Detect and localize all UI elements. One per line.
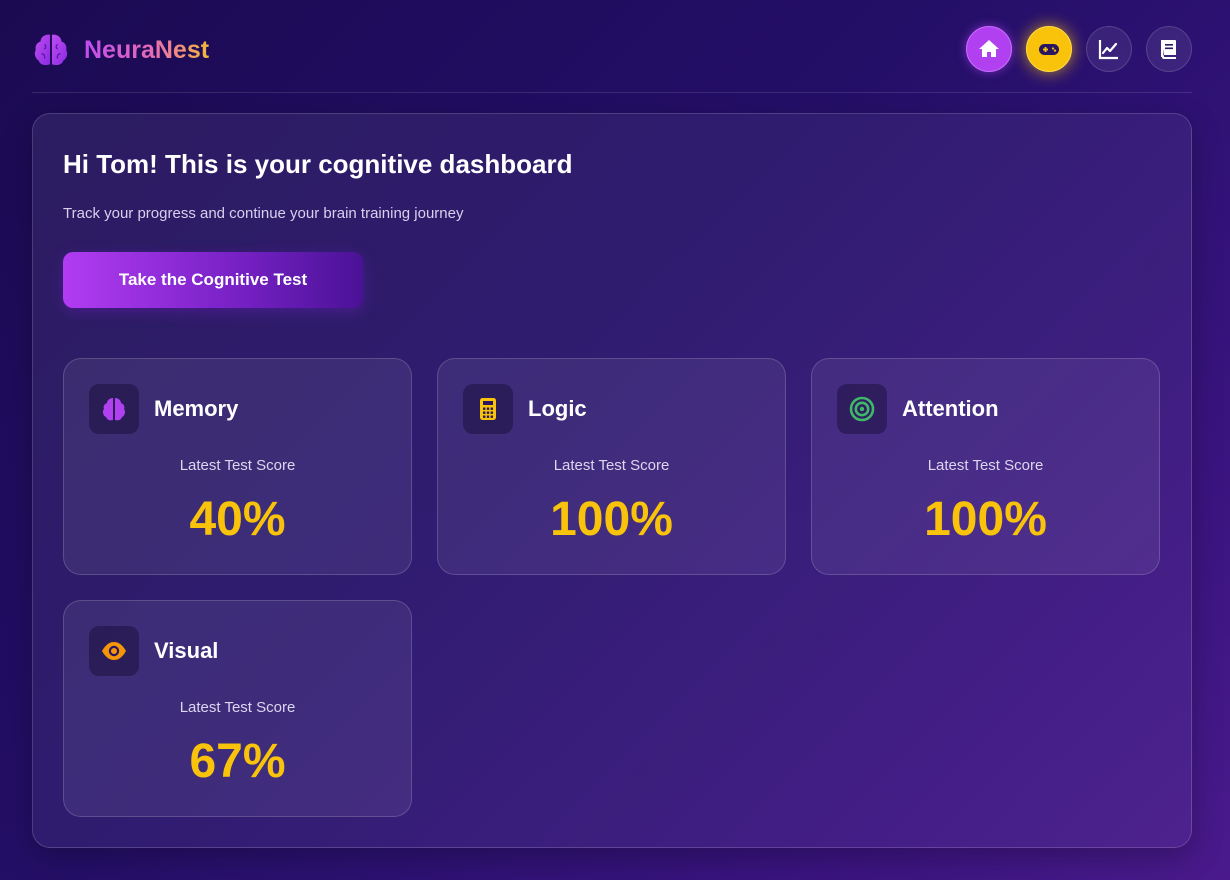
card-score: 100% bbox=[924, 493, 1047, 546]
top-header: NeuraNest bbox=[32, 0, 1192, 93]
card-title: Memory bbox=[154, 396, 239, 421]
card-label: Latest Test Score bbox=[179, 699, 296, 716]
card-title: Attention bbox=[902, 396, 999, 421]
card-title: Visual bbox=[154, 638, 219, 663]
card-label: Latest Test Score bbox=[179, 457, 296, 474]
app-name: NeuraNest bbox=[84, 35, 210, 64]
target-icon bbox=[849, 396, 875, 422]
gamepad-icon bbox=[1039, 44, 1059, 55]
card-label: Latest Test Score bbox=[553, 457, 670, 474]
score-card-visual[interactable]: Visual Latest Test Score 67% bbox=[63, 600, 412, 817]
brain-icon bbox=[34, 34, 68, 65]
home-icon bbox=[979, 40, 999, 57]
logo[interactable]: NeuraNest bbox=[32, 30, 209, 70]
main-nav bbox=[966, 26, 1192, 72]
score-card-attention[interactable]: Attention Latest Test Score 100% bbox=[811, 358, 1160, 575]
nav-home-button[interactable] bbox=[966, 26, 1012, 72]
page-title: Hi Tom! This is your cognitive dashboard bbox=[63, 149, 573, 179]
card-icon-wrap bbox=[463, 384, 513, 434]
take-test-button[interactable]: Take the Cognitive Test bbox=[63, 252, 363, 308]
score-card-logic[interactable]: Logic Latest Test Score 100% bbox=[437, 358, 786, 575]
score-card-memory[interactable]: Memory Latest Test Score 40% bbox=[63, 358, 412, 575]
brain-icon bbox=[102, 398, 126, 421]
eye-icon bbox=[102, 642, 126, 660]
card-icon-wrap bbox=[837, 384, 887, 434]
card-score: 67% bbox=[189, 735, 286, 788]
calculator-icon bbox=[480, 398, 496, 420]
card-score: 100% bbox=[550, 493, 673, 546]
dashboard-panel: Hi Tom! This is your cognitive dashboard… bbox=[32, 113, 1192, 848]
card-icon-wrap bbox=[89, 626, 139, 676]
book-icon bbox=[1161, 40, 1176, 59]
card-label: Latest Test Score bbox=[927, 457, 1044, 474]
nav-games-button[interactable] bbox=[1026, 26, 1072, 72]
card-icon-wrap bbox=[89, 384, 139, 434]
page-subtitle: Track your progress and continue your br… bbox=[63, 205, 464, 222]
card-score: 40% bbox=[189, 493, 286, 546]
chart-line-icon bbox=[1098, 40, 1118, 60]
card-title: Logic bbox=[528, 396, 587, 421]
nav-library-button[interactable] bbox=[1146, 26, 1192, 72]
nav-progress-button[interactable] bbox=[1086, 26, 1132, 72]
